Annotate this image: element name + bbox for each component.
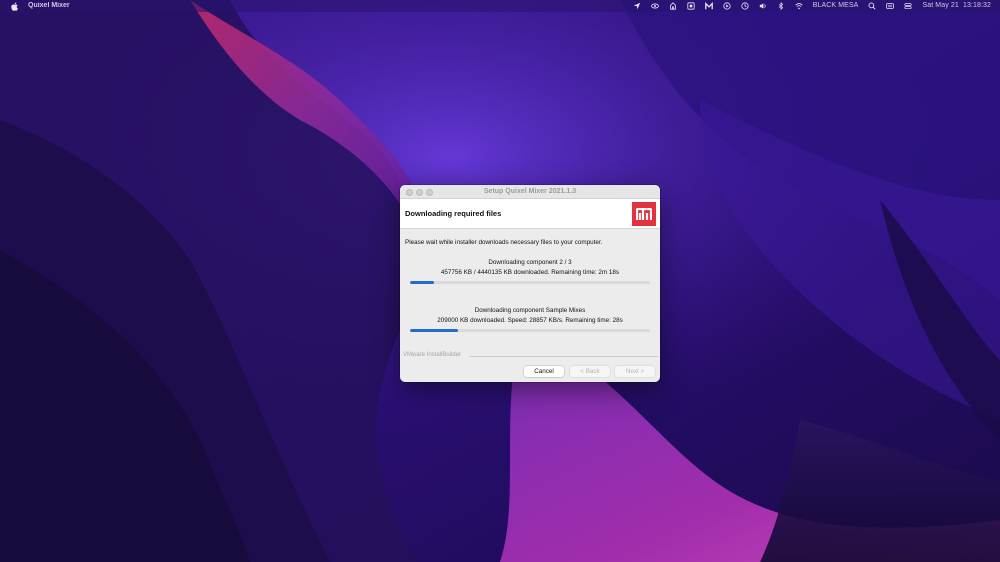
component-2-title: Downloading component Sample Mixes	[474, 307, 586, 314]
footer-divider	[470, 356, 658, 357]
play-circle-icon[interactable]	[723, 0, 731, 12]
active-app-name[interactable]: Quixel Mixer	[28, 0, 70, 12]
window-titlebar[interactable]: Setup Quixel Mixer 2021.1.3	[400, 185, 660, 199]
cancel-button[interactable]: Cancel	[524, 366, 564, 377]
bluetooth-icon[interactable]	[777, 0, 785, 12]
component-2-detail: 209000 KB downloaded. Speed: 28857 KB/s.…	[437, 316, 623, 324]
clock-icon[interactable]	[741, 0, 749, 12]
component-1-status: Downloading component 2 / 3 457756 KB / …	[400, 258, 660, 277]
next-button[interactable]: Next >	[615, 366, 655, 377]
installbuilder-brand: VMware InstallBuilder	[403, 352, 465, 358]
menubar-clock[interactable]: Sat May 21 13:18:32	[922, 0, 991, 12]
component-1-progress-fill	[410, 281, 434, 284]
dialog-header: Downloading required files	[400, 199, 660, 229]
installer-dialog: Setup Quixel Mixer 2021.1.3 Downloading …	[400, 185, 660, 382]
component-1-detail: 457756 KB / 4440135 KB downloaded. Remai…	[440, 268, 620, 276]
control-center-icon[interactable]	[904, 0, 913, 12]
apple-menu-icon[interactable]	[9, 0, 21, 12]
page-title: Downloading required files	[405, 209, 502, 218]
component-2-progress-bar	[410, 329, 650, 332]
network-name[interactable]: BLACK MESA	[813, 0, 859, 12]
quixel-mixer-logo	[632, 202, 656, 226]
footer-brand-row: VMware InstallBuilder	[400, 351, 660, 361]
instruction-text: Please wait while installer downloads ne…	[405, 239, 603, 246]
component-2-status: Downloading component Sample Mixes 20900…	[400, 306, 660, 325]
back-button[interactable]: < Back	[570, 366, 610, 377]
location-icon[interactable]	[633, 0, 641, 12]
dialog-content: Please wait while installer downloads ne…	[400, 229, 660, 355]
m-app-icon[interactable]	[704, 0, 713, 12]
component-1-progress-bar	[410, 281, 650, 284]
window-title: Setup Quixel Mixer 2021.1.3	[483, 188, 577, 195]
search-icon[interactable]	[868, 0, 876, 12]
dashboard-icon[interactable]	[669, 0, 677, 12]
eye-icon[interactable]	[650, 0, 659, 12]
component-2-progress-fill	[410, 329, 458, 332]
mixer-m-icon	[636, 207, 652, 220]
volume-icon[interactable]	[759, 0, 767, 12]
keyboard-icon[interactable]	[886, 0, 895, 12]
component-1-title: Downloading component 2 / 3	[488, 259, 572, 266]
menu-bar: Quixel Mixer BLACK MESA Sat May 21 13:18…	[0, 0, 1000, 12]
tray-icon[interactable]	[687, 0, 695, 12]
wifi-icon[interactable]	[795, 0, 803, 12]
